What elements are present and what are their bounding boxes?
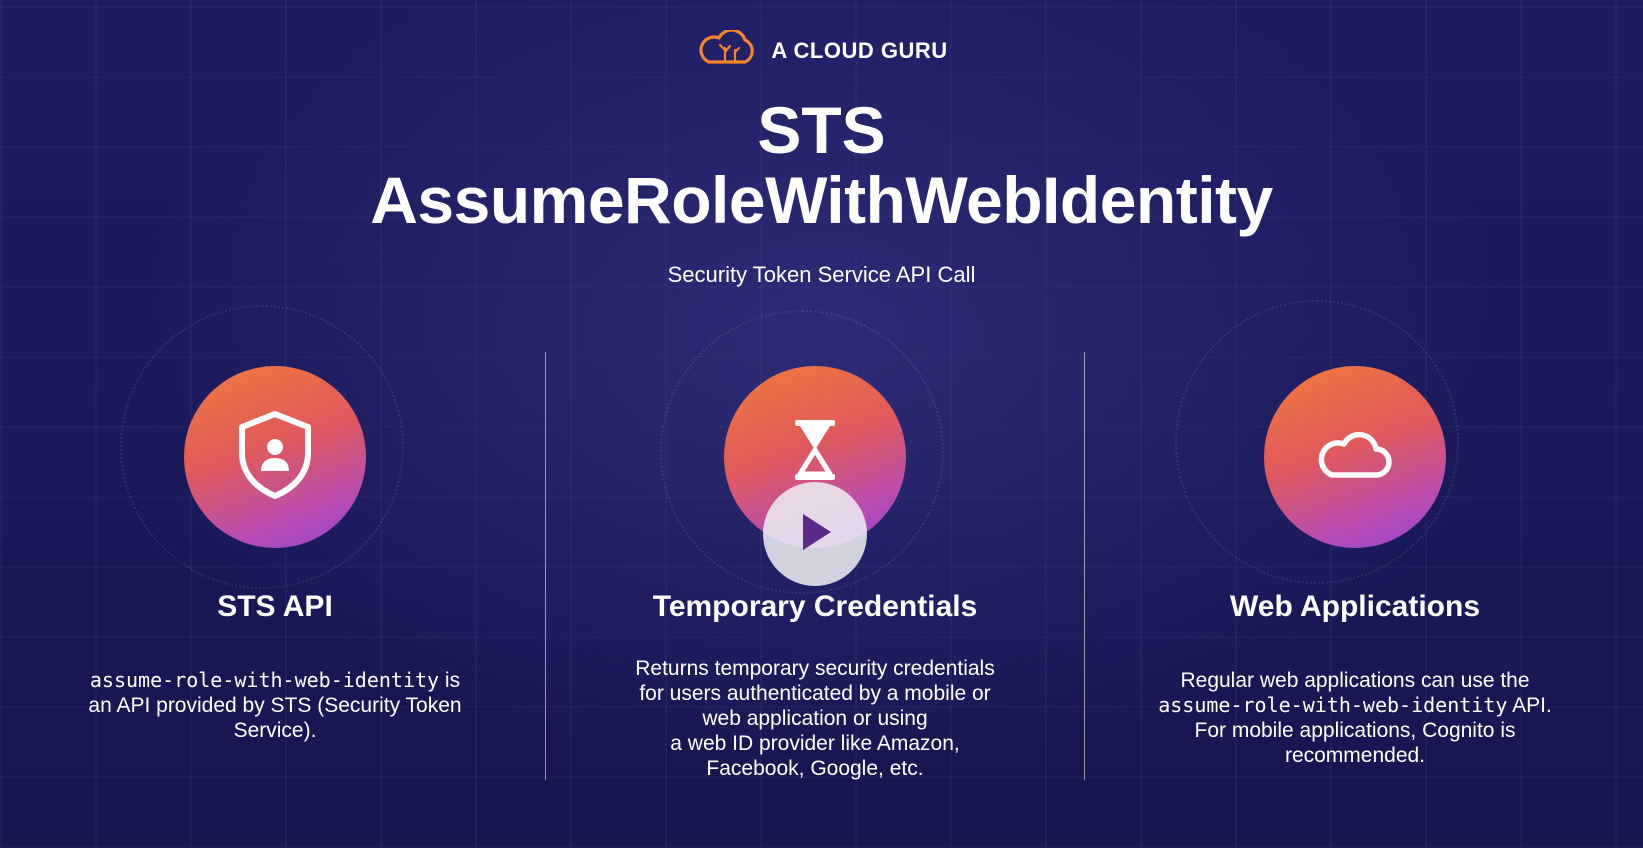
description-text: Returns temporary security credentials: [635, 657, 995, 680]
feature-title: STS API: [217, 590, 333, 623]
feature-title: Temporary Credentials: [652, 590, 978, 623]
feature-icon-circle: [184, 366, 366, 548]
code-snippet: assume-role-with-web-identity: [1158, 693, 1508, 717]
page-title-line2: AssumeRoleWithWebIdentity: [370, 163, 1273, 237]
description-text: is: [439, 669, 461, 692]
description-text: web application or using: [702, 707, 928, 730]
description-text: Regular web applications can use the: [1180, 669, 1530, 692]
column-divider: [1084, 352, 1085, 780]
cloud-icon: [1316, 430, 1394, 485]
code-snippet: assume-role-with-web-identity: [89, 668, 440, 692]
description-text: Facebook, Google, etc.: [706, 757, 924, 780]
feature-description: Returns temporary security credentials f…: [580, 656, 1050, 781]
page-subtitle: Security Token Service API Call: [667, 262, 976, 287]
column-divider: [545, 352, 546, 780]
feature-description: assume-role-with-web-identity is an API …: [40, 668, 510, 743]
shield-user-icon: [234, 409, 316, 506]
description-text: Service).: [233, 719, 317, 742]
feature-title: Web Applications: [1229, 590, 1481, 623]
page-title-line1: STS: [757, 93, 886, 167]
description-text: For mobile applications, Cognito is: [1194, 719, 1516, 742]
description-text: a web ID provider like Amazon,: [670, 732, 960, 755]
play-icon: [795, 510, 835, 559]
cloud-logo-icon: [695, 28, 759, 71]
description-text: an API provided by STS (Security Token: [88, 694, 462, 717]
description-text: for users authenticated by a mobile or: [639, 682, 991, 705]
feature-description: Regular web applications can use the ass…: [1120, 668, 1590, 768]
description-text: API.: [1507, 694, 1552, 717]
description-text: recommended.: [1284, 744, 1426, 767]
hourglass-icon: [792, 417, 838, 488]
play-button[interactable]: [763, 482, 867, 586]
brand-header: A CLOUD GURU: [0, 28, 1643, 71]
brand-name: A CLOUD GURU: [771, 37, 948, 63]
feature-icon-circle: [1264, 366, 1446, 548]
